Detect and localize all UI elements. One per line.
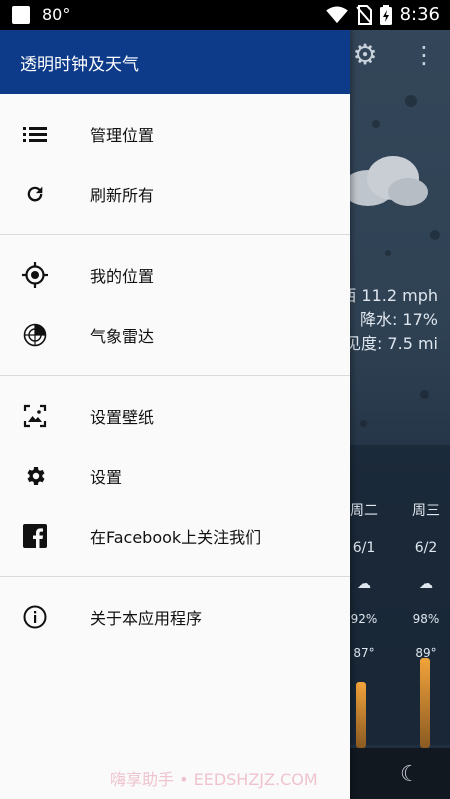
cloud-icon [342,156,428,206]
wind-speed: 西 11.2 mph [340,286,438,305]
forecast-date: 6/2 [414,540,438,556]
menu-item-label: 刷新所有 [90,186,155,205]
menu-item-my-location[interactable]: 我的位置 [0,245,350,305]
status-bar: 80° 8:36 [0,0,450,30]
watermark: 嗨享助手 • EEDSHZJZ.COM [110,770,318,789]
forecast-day-name: 周三 [412,503,440,519]
info-icon [22,604,48,630]
more-vert-icon[interactable]: ⋮ [412,40,436,70]
facebook-icon [22,523,48,549]
temp-bar [356,682,366,748]
my-location-icon [22,262,48,288]
menu-item-settings[interactable]: 设置 [0,446,350,506]
wifi-icon [325,5,348,23]
menu-item-label: 管理位置 [90,126,155,145]
drawer-group: 设置壁纸 设置 在Facebook上关注我们 [0,376,350,577]
wallpaper-icon [22,403,48,429]
menu-item-refresh-all[interactable]: 刷新所有 [0,164,350,224]
status-right: 8:36 [325,4,440,25]
menu-item-facebook[interactable]: 在Facebook上关注我们 [0,506,350,566]
drawer-group: 管理位置 刷新所有 [0,94,350,235]
raindrop [385,250,391,256]
status-time: 8:36 [399,4,440,25]
drawer-group: 我的位置 气象雷达 [0,235,350,376]
forecast-humidity: 98% [412,612,440,626]
battery-charging-icon [379,4,392,25]
menu-item-label: 设置 [90,468,123,487]
raindrop [372,120,380,128]
drawer-group: 关于本应用程序 [0,577,350,657]
moon-icon: ☾ [400,762,420,787]
forecast-day: 周三 6/2 ☁ 98% 89° [396,500,450,680]
cloud-rain-icon: ☁ [419,576,433,592]
list-icon [22,121,48,147]
drawer-header: 透明时钟及天气 [0,30,350,94]
visibility: 见度: 7.5 mi [344,334,438,353]
menu-item-weather-radar[interactable]: 气象雷达 [0,305,350,365]
gear-icon[interactable]: ⚙ [350,40,380,70]
no-sim-icon [355,4,372,25]
status-temperature: 80° [42,5,71,24]
temp-bar [420,658,430,748]
refresh-icon [22,181,48,207]
notification-icon [12,6,30,24]
raindrop [430,230,440,240]
app-title: 透明时钟及天气 [20,54,139,75]
radar-icon [22,322,48,348]
menu-item-manage-locations[interactable]: 管理位置 [0,104,350,164]
menu-item-label: 我的位置 [90,267,155,286]
raindrop [405,95,417,107]
menu-item-about[interactable]: 关于本应用程序 [0,587,350,647]
menu-item-label: 气象雷达 [90,327,155,346]
menu-item-set-wallpaper[interactable]: 设置壁纸 [0,386,350,446]
menu-item-label: 设置壁纸 [90,408,155,427]
raindrop [420,390,429,399]
raindrop [360,420,367,427]
gear-icon [22,463,48,489]
menu-item-label: 关于本应用程序 [90,609,203,628]
menu-item-label: 在Facebook上关注我们 [90,528,262,547]
precipitation: 降水: 17% [359,310,438,329]
navigation-drawer: 透明时钟及天气 管理位置 刷新所有 我的位置 气象雷达 设置壁纸 设置 在Fac… [0,30,350,799]
